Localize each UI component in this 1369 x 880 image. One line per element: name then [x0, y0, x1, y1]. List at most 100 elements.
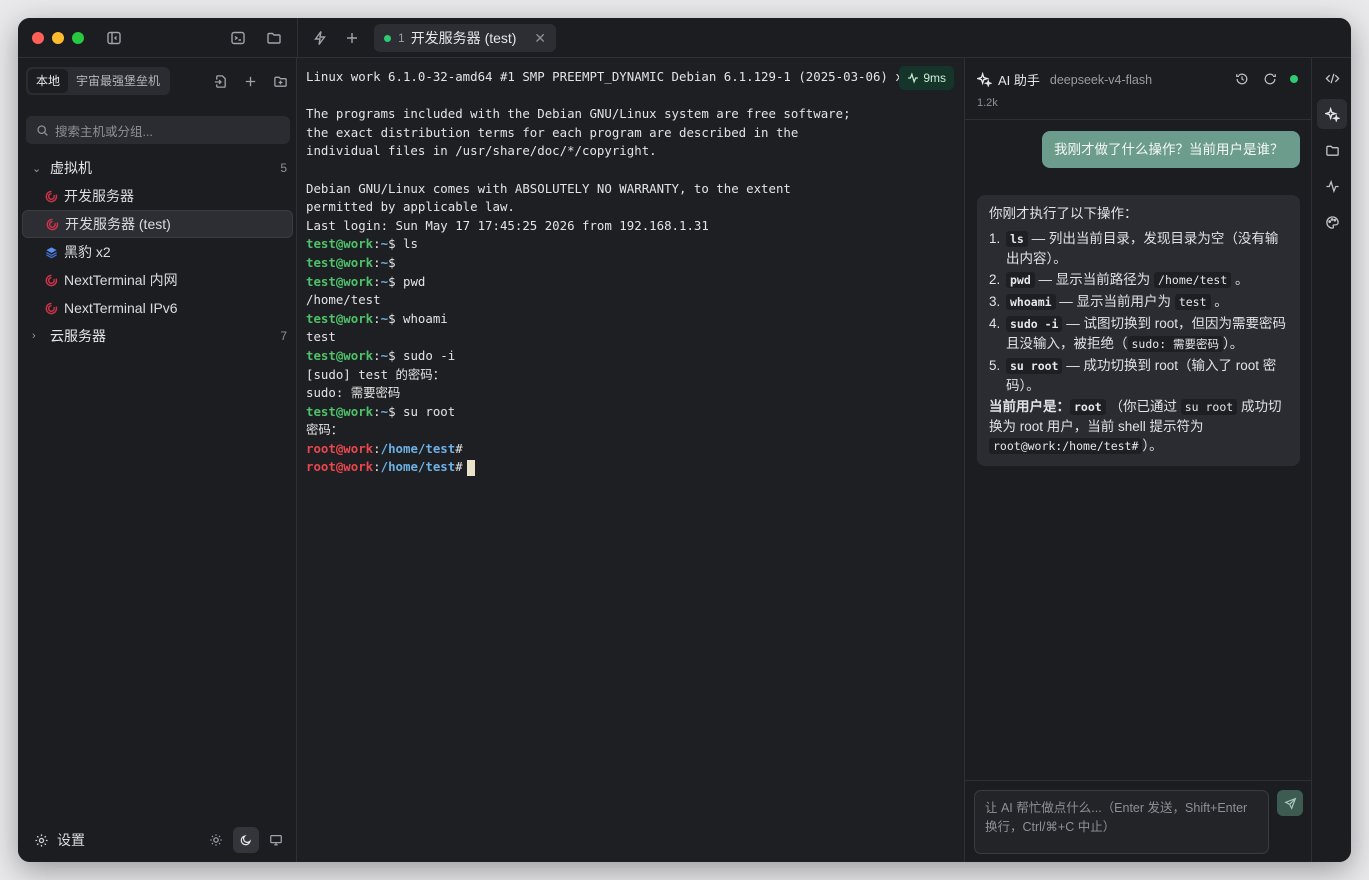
segment-local[interactable]: 本地	[28, 69, 69, 93]
import-icon[interactable]	[210, 71, 230, 91]
terminal-cursor	[466, 459, 475, 476]
debian-icon	[45, 217, 59, 231]
terminal-text: ~	[380, 254, 389, 270]
group-vm[interactable]: ⌄ 虚拟机 5	[18, 155, 297, 181]
terminal-text: ~	[380, 347, 389, 363]
dark-theme-button[interactable]	[233, 827, 259, 853]
host-item-nextterminal-lan[interactable]: NextTerminal 内网	[22, 266, 293, 294]
ai-prompt-input[interactable]: 让 AI 帮忙做点什么...（Enter 发送，Shift+Enter 换行，C…	[974, 790, 1269, 854]
host-item-dev-server-test[interactable]: 开发服务器 (test)	[22, 210, 293, 238]
gear-icon	[35, 833, 48, 847]
folder-icon[interactable]	[264, 28, 284, 48]
terminal-text: #	[455, 459, 463, 475]
group-label: 云服务器	[50, 328, 106, 344]
sun-icon	[210, 834, 222, 846]
terminal-text: $ su root	[388, 403, 456, 419]
new-tab-icon[interactable]	[342, 28, 362, 48]
terminal-line: /home/test	[306, 291, 964, 310]
send-button[interactable]	[1277, 790, 1303, 816]
chevron-right-icon: ›	[32, 330, 36, 342]
host-item-nextterminal-ipv6[interactable]: NextTerminal IPv6	[22, 294, 293, 322]
ai-title-label: AI 助手	[998, 73, 1040, 88]
lightning-icon[interactable]	[310, 28, 330, 48]
file-manager-icon[interactable]	[1317, 135, 1347, 165]
terminal-icon[interactable]	[228, 28, 248, 48]
reply-text: 。	[1231, 272, 1249, 287]
code-snippets-icon[interactable]	[1317, 63, 1347, 93]
terminal-text: $ pwd	[388, 273, 426, 289]
user-message: 我刚才做了什么操作？当前用户是谁？	[1042, 131, 1300, 168]
terminal-text: test@work	[306, 254, 374, 270]
reply-intro: 你刚才执行了以下操作：	[989, 206, 1138, 221]
refresh-icon[interactable]	[1261, 70, 1279, 88]
terminal-text: [sudo] test 的密码：	[306, 366, 446, 382]
host-label: NextTerminal 内网	[64, 272, 178, 288]
terminal-text: test@work	[306, 310, 374, 326]
reply-text: 。	[1210, 294, 1228, 309]
tab-index: 1	[398, 31, 405, 45]
app-window: 1 开发服务器 (test) ✕ 本地 宇宙最强堡垒机 搜索主机或分组... ⌄…	[18, 18, 1351, 862]
right-tool-rail	[1311, 58, 1351, 862]
system-theme-button[interactable]	[263, 827, 289, 853]
ai-sparkle-icon[interactable]	[1317, 99, 1347, 129]
list-number: 5.	[989, 358, 1001, 373]
monitor-activity-icon[interactable]	[1317, 171, 1347, 201]
close-tab-icon[interactable]: ✕	[534, 30, 546, 47]
add-host-icon[interactable]	[240, 71, 260, 91]
list-number: 4.	[989, 316, 1001, 331]
host-label: 开发服务器 (test)	[65, 216, 171, 232]
zoom-window-button[interactable]	[72, 32, 84, 44]
terminal-text: test@work	[306, 273, 374, 289]
inline-code: whoami	[1006, 294, 1056, 310]
light-theme-button[interactable]	[203, 827, 229, 853]
ai-input-area: 让 AI 帮忙做点什么...（Enter 发送，Shift+Enter 换行，C…	[965, 780, 1312, 862]
title-bar: 1 开发服务器 (test) ✕	[18, 18, 1351, 58]
terminal-text: the exact distribution terms for each pr…	[306, 124, 799, 140]
terminal-text: 密码：	[306, 422, 344, 438]
terminal-text: $	[388, 254, 396, 270]
reply-text: ）。	[1142, 438, 1163, 453]
history-icon[interactable]	[1233, 70, 1251, 88]
sidebar-toggle-icon[interactable]	[104, 28, 124, 48]
ai-assistant-panel: AI 助手 deepseek-v4-flash 1.2k 我刚才做了什么操作？当…	[964, 58, 1312, 862]
host-item-dev-server[interactable]: 开发服务器	[22, 182, 293, 210]
terminal-text: :	[373, 236, 381, 252]
terminal-line: Debian GNU/Linux comes with ABSOLUTELY N…	[306, 180, 964, 199]
terminal-text: $ whoami	[388, 310, 448, 326]
group-count: 7	[280, 329, 287, 343]
terminal-text: root@work	[306, 459, 374, 475]
group-cloud[interactable]: › 云服务器 7	[18, 323, 297, 349]
host-item-heibao[interactable]: 黑豹 x2	[22, 238, 293, 266]
group-label: 虚拟机	[50, 160, 92, 176]
list-number: 3.	[989, 294, 1001, 309]
terminal-text: test@work	[306, 403, 374, 419]
reply-list-item: 5. su root — 成功切换到 root（输入了 root 密码）。	[989, 356, 1288, 395]
segment-bastion[interactable]: 宇宙最强堡垒机	[68, 69, 168, 93]
terminal-text: ~	[380, 403, 389, 419]
terminal-text: sudo: 需要密码	[306, 385, 401, 401]
reply-text: 当前用户是：	[989, 399, 1070, 414]
reply-list-item: 1. ls — 列出当前目录，发现目录为空（没有输出内容）。	[989, 229, 1288, 268]
palette-icon[interactable]	[1317, 207, 1347, 237]
terminal-line: test@work:~$ ls	[306, 235, 964, 254]
ai-online-indicator	[1290, 75, 1298, 83]
tab-dev-server-test[interactable]: 1 开发服务器 (test) ✕	[374, 24, 556, 52]
host-label: 黑豹 x2	[64, 244, 111, 260]
terminal-line: test@work:~$ pwd	[306, 273, 964, 292]
host-search-input[interactable]: 搜索主机或分组...	[26, 116, 290, 144]
ai-model-name[interactable]: deepseek-v4-flash	[1050, 73, 1152, 87]
source-switcher: 本地 宇宙最强堡垒机	[26, 67, 171, 95]
terminal-line: test@work:~$ whoami	[306, 310, 964, 329]
terminal-text: test	[306, 329, 336, 345]
terminal-line: individual files in /usr/share/doc/*/cop…	[306, 142, 964, 161]
reply-text: （你已通过	[1105, 399, 1181, 414]
add-folder-icon[interactable]	[270, 71, 290, 91]
token-count: 1.2k	[977, 97, 998, 109]
minimize-window-button[interactable]	[52, 32, 64, 44]
host-sidebar: 本地 宇宙最强堡垒机 搜索主机或分组... ⌄ 虚拟机 5 开发服务器 开发服务…	[18, 58, 297, 862]
settings-button[interactable]: 设置	[34, 830, 85, 850]
terminal-text: :	[373, 403, 381, 419]
terminal-line: Last login: Sun May 17 17:45:25 2026 fro…	[306, 217, 964, 236]
terminal-output[interactable]: 9ms Linux work 6.1.0-32-amd64 #1 SMP PRE…	[298, 58, 964, 862]
close-window-button[interactable]	[32, 32, 44, 44]
